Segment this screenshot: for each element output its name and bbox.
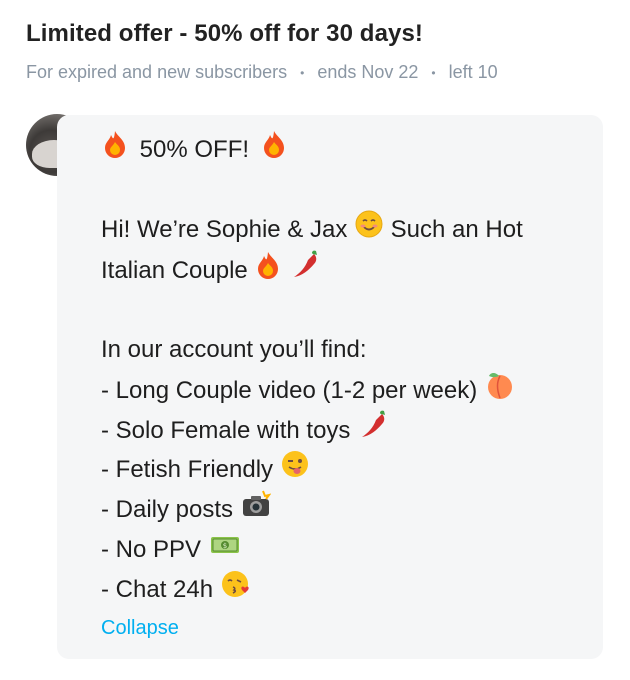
hot-pepper-icon bbox=[290, 250, 320, 293]
message-list-heading: In our account you’ll find: bbox=[101, 336, 367, 363]
list-item: - Chat 24h bbox=[101, 570, 581, 610]
fire-icon bbox=[255, 251, 281, 292]
peach-icon bbox=[485, 370, 515, 413]
money-icon: $ bbox=[209, 531, 241, 571]
message-intro: Hi! We’re Sophie & Jax bbox=[101, 216, 348, 243]
collapse-button[interactable]: Collapse bbox=[101, 617, 179, 640]
message-headline: 50% OFF! bbox=[139, 136, 250, 163]
message-couple: Italian Couple bbox=[101, 256, 248, 284]
list-item: - Long Couple video (1-2 per week) bbox=[101, 370, 581, 410]
smiling-face-icon bbox=[355, 210, 383, 251]
camera-flash-icon bbox=[241, 490, 272, 531]
fire-icon bbox=[102, 130, 128, 171]
offer-end-date: ends Nov 22 bbox=[317, 62, 419, 82]
message-headline-line: 50% OFF! bbox=[101, 130, 581, 170]
message-intro-line: Hi! We’re Sophie & Jax Such an Hot bbox=[101, 210, 581, 250]
fire-icon bbox=[261, 130, 287, 171]
offer-audience: For expired and new subscribers bbox=[26, 62, 288, 82]
message-intro-tail: Such an Hot bbox=[390, 216, 523, 243]
winking-tongue-face-icon bbox=[281, 450, 309, 491]
list-item: - Solo Female with toys bbox=[101, 410, 581, 450]
list-item: - No PPV $ bbox=[101, 530, 581, 570]
separator-dot: • bbox=[300, 65, 305, 80]
message-body: 50% OFF! Hi! We’re Sophie & Jax Such an … bbox=[101, 130, 581, 610]
message-couple-line: Italian Couple bbox=[101, 250, 581, 290]
offer-title: Limited offer - 50% off for 30 days! bbox=[26, 20, 423, 47]
svg-text:$: $ bbox=[222, 542, 226, 550]
separator-dot: • bbox=[431, 65, 436, 80]
kissing-face-icon bbox=[221, 570, 251, 611]
list-item: - Fetish Friendly bbox=[101, 450, 581, 490]
list-item: - Daily posts bbox=[101, 490, 581, 530]
hot-pepper-icon bbox=[358, 410, 388, 453]
offer-remaining: left 10 bbox=[448, 62, 498, 82]
offer-meta: For expired and new subscribers • ends N… bbox=[26, 62, 498, 83]
